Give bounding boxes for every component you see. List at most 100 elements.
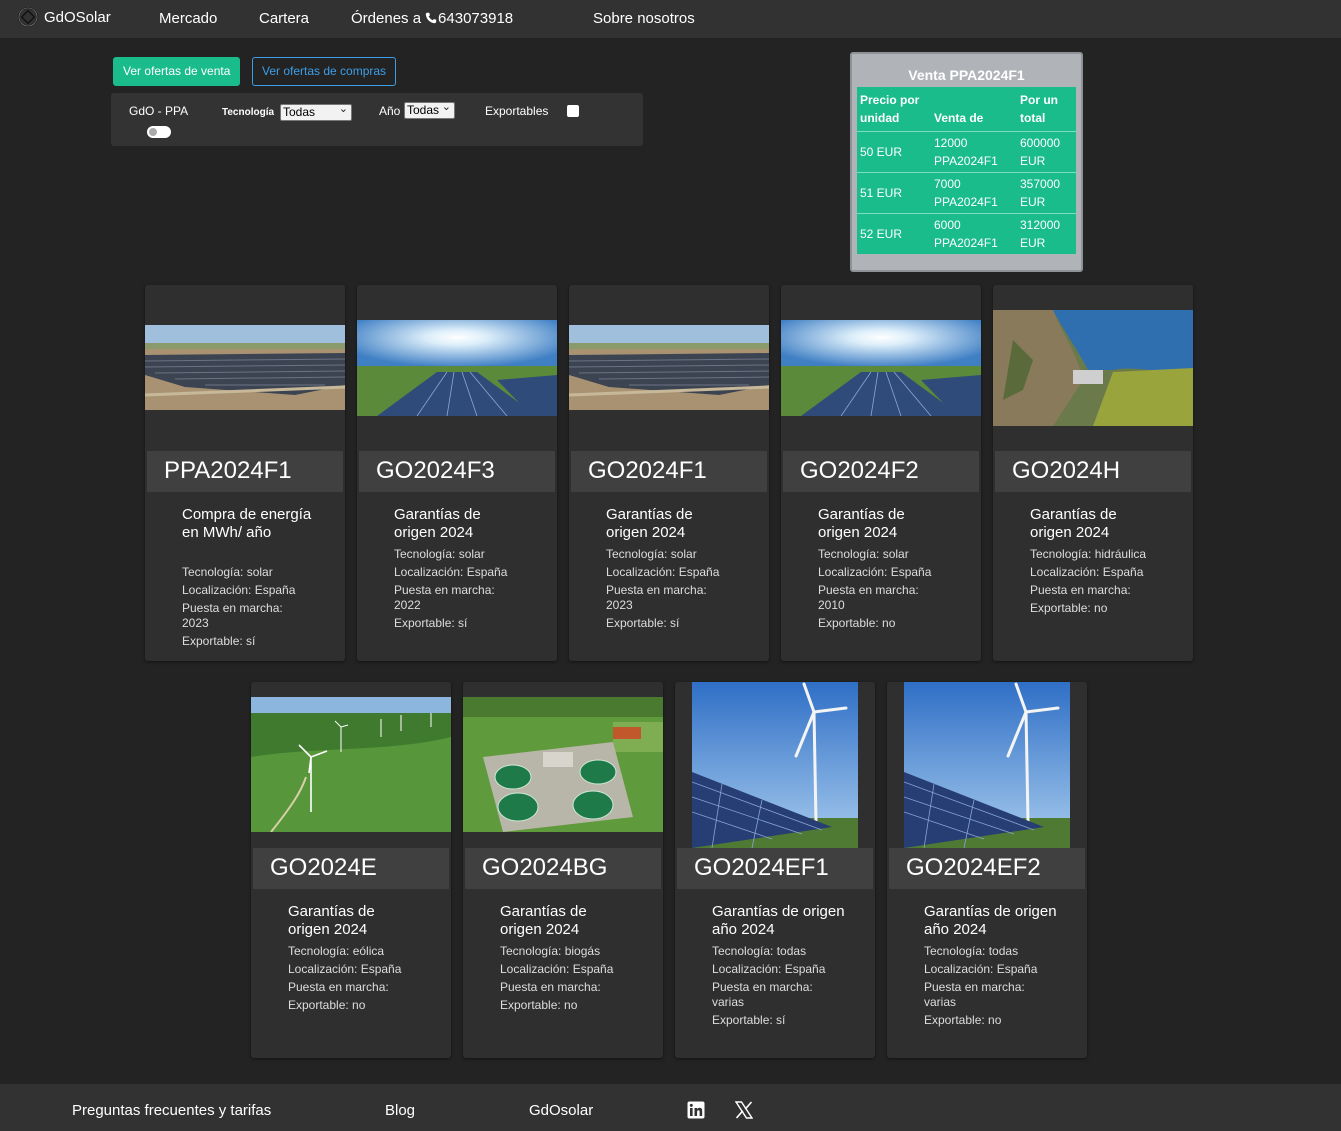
technology-select[interactable]: Todas — [280, 102, 352, 121]
nav-link-cartera[interactable]: Cartera — [259, 10, 309, 27]
card-location: Localización: España — [182, 583, 296, 597]
card-title-bar: GO2024H — [995, 451, 1191, 492]
filters-panel: GdO - PPA Tecnología Todas Año Todas Exp… — [111, 93, 643, 146]
nav-phone-number: 643073918 — [438, 10, 514, 27]
sale-offers-panel: Venta PPA2024F1 Precio por unidad Venta … — [850, 52, 1083, 272]
nav-link-sobre-nosotros[interactable]: Sobre nosotros — [593, 10, 695, 27]
solar-farm-image — [569, 325, 769, 410]
card-description: Garantías de origen 2024 — [500, 903, 587, 938]
nav-link-ordenes[interactable]: Órdenes a 643073918 — [351, 10, 513, 27]
exportables-checkbox[interactable] — [567, 105, 579, 117]
product-card-go2024h[interactable]: GO2024H Garantías de origen 2024 Tecnolo… — [993, 285, 1193, 661]
sale-table-header-row: Precio por unidad Venta de Por un total — [857, 87, 1076, 132]
year-select[interactable]: Todas — [404, 100, 455, 119]
card-title: GO2024F1 — [588, 457, 707, 484]
linkedin-icon[interactable] — [687, 1101, 705, 1119]
card-metadata: Tecnología: solar Localización: España P… — [606, 547, 746, 634]
card-exportable: Exportable: no — [818, 616, 896, 630]
sale-panel-title: Venta PPA2024F1 — [908, 67, 1025, 83]
sale-price: 51 EUR — [857, 172, 931, 214]
card-metadata: Tecnología: todas Localización: España P… — [712, 944, 852, 1031]
card-title: GO2024BG — [482, 854, 608, 881]
sale-total: 357000 EUR — [1017, 172, 1076, 214]
product-card-go2024ef2[interactable]: GO2024EF2 Garantías de origen año 2024 T… — [887, 682, 1087, 1058]
product-card-go2024bg[interactable]: GO2024BG Garantías de origen 2024 Tecnol… — [463, 682, 663, 1058]
wind-solar-image — [904, 682, 1070, 848]
product-card-go2024ef1[interactable]: GO2024EF1 Garantías de origen año 2024 T… — [675, 682, 875, 1058]
product-card-go2024f3[interactable]: GO2024F3 Garantías de origen 2024 Tecnol… — [357, 285, 557, 661]
card-title-bar: PPA2024F1 — [147, 451, 343, 492]
brand-logo-link[interactable]: GdOSolar — [18, 7, 111, 27]
brand-logo-icon — [18, 7, 38, 27]
card-description: Garantías de origen 2024 — [818, 506, 905, 541]
sale-quantity: 12000 PPA2024F1 — [931, 131, 1017, 173]
view-sale-offers-button[interactable]: Ver ofertas de venta — [113, 57, 241, 86]
card-technology: Tecnología: solar — [394, 547, 485, 561]
nav-ordenes-label: Órdenes a — [351, 10, 422, 27]
sale-offers-table: Precio por unidad Venta de Por un total … — [857, 87, 1076, 254]
footer-link-brand[interactable]: GdOsolar — [529, 1102, 593, 1119]
card-title-bar: GO2024E — [253, 848, 449, 889]
footer-link-blog[interactable]: Blog — [385, 1102, 415, 1119]
card-metadata: Tecnología: hidráulica Localización: Esp… — [1030, 547, 1170, 619]
card-technology: Tecnología: todas — [712, 944, 807, 958]
sale-offer-row[interactable]: 52 EUR 6000 PPA2024F1 312000 EUR — [857, 213, 1076, 254]
card-exportable: Exportable: no — [500, 998, 578, 1012]
card-exportable: Exportable: sí — [182, 634, 256, 648]
sale-quantity: 6000 PPA2024F1 — [931, 213, 1017, 254]
wind-turbines-forest-image — [251, 697, 451, 832]
view-buy-offers-button[interactable]: Ver ofertas de compras — [252, 57, 397, 86]
card-technology: Tecnología: todas — [924, 944, 1019, 958]
product-card-go2024f2[interactable]: GO2024F2 Garantías de origen 2024 Tecnol… — [781, 285, 981, 661]
card-description: Garantías de origen año 2024 — [924, 903, 1057, 938]
year-filter-label: Año — [379, 104, 401, 118]
card-technology: Tecnología: solar — [606, 547, 697, 561]
card-description: Garantías de origen año 2024 — [712, 903, 845, 938]
card-technology: Tecnología: eólica — [288, 944, 385, 958]
card-title: GO2024F2 — [800, 457, 919, 484]
card-commissioning: Puesta en marcha: 2022 — [394, 583, 495, 612]
card-commissioning: Puesta en marcha: — [500, 980, 601, 994]
card-commissioning: Puesta en marcha: varias — [924, 980, 1025, 1009]
card-title: GO2024E — [270, 854, 377, 881]
card-title-bar: GO2024F3 — [359, 451, 555, 492]
card-commissioning: Puesta en marcha: 2023 — [182, 601, 283, 630]
card-description: Garantías de origen 2024 — [1030, 506, 1117, 541]
nav-link-mercado[interactable]: Mercado — [159, 10, 217, 27]
sale-offer-row[interactable]: 50 EUR 12000 PPA2024F1 600000 EUR — [857, 131, 1076, 173]
card-exportable: Exportable: sí — [606, 616, 680, 630]
footer-link-faq[interactable]: Preguntas frecuentes y tarifas — [72, 1102, 271, 1119]
sale-total: 312000 EUR — [1017, 213, 1076, 254]
header-total: Por un total — [1020, 93, 1058, 125]
gdo-ppa-toggle[interactable] — [147, 126, 171, 138]
card-title: GO2024EF1 — [694, 854, 829, 881]
gdo-ppa-label: GdO - PPA — [129, 104, 189, 118]
card-description: Garantías de origen 2024 — [606, 506, 693, 541]
card-exportable: Exportable: no — [1030, 601, 1108, 615]
card-location: Localización: España — [712, 962, 826, 976]
product-card-go2024e[interactable]: GO2024E Garantías de origen 2024 Tecnolo… — [251, 682, 451, 1058]
sale-offer-row[interactable]: 51 EUR 7000 PPA2024F1 357000 EUR — [857, 172, 1076, 214]
solar-field-sunny-image — [357, 320, 557, 416]
solar-farm-image — [145, 325, 345, 410]
card-exportable: Exportable: no — [924, 1013, 1002, 1027]
product-card-go2024f1[interactable]: GO2024F1 Garantías de origen 2024 Tecnol… — [569, 285, 769, 661]
card-technology: Tecnología: hidráulica — [1030, 547, 1147, 561]
card-exportable: Exportable: no — [288, 998, 366, 1012]
biogas-plant-image — [463, 697, 663, 832]
card-metadata: Tecnología: eólica Localización: España … — [288, 944, 428, 1016]
card-location: Localización: España — [394, 565, 508, 579]
card-location: Localización: España — [500, 962, 614, 976]
product-card-ppa2024f1[interactable]: PPA2024F1 Compra de energía en MWh/ año … — [145, 285, 345, 661]
card-title-bar: GO2024BG — [465, 848, 661, 889]
wind-solar-image — [692, 682, 858, 848]
header-price-per-unit: Precio por unidad — [860, 93, 920, 125]
card-commissioning: Puesta en marcha: 2023 — [606, 583, 707, 612]
sale-price: 52 EUR — [857, 213, 931, 254]
sale-total: 600000 EUR — [1017, 131, 1076, 173]
x-icon[interactable] — [735, 1101, 753, 1119]
card-metadata: Tecnología: solar Localización: España P… — [818, 547, 958, 634]
card-description: Garantías de origen 2024 — [394, 506, 481, 541]
card-commissioning: Puesta en marcha: — [288, 980, 389, 994]
card-metadata: Tecnología: todas Localización: España P… — [924, 944, 1064, 1031]
